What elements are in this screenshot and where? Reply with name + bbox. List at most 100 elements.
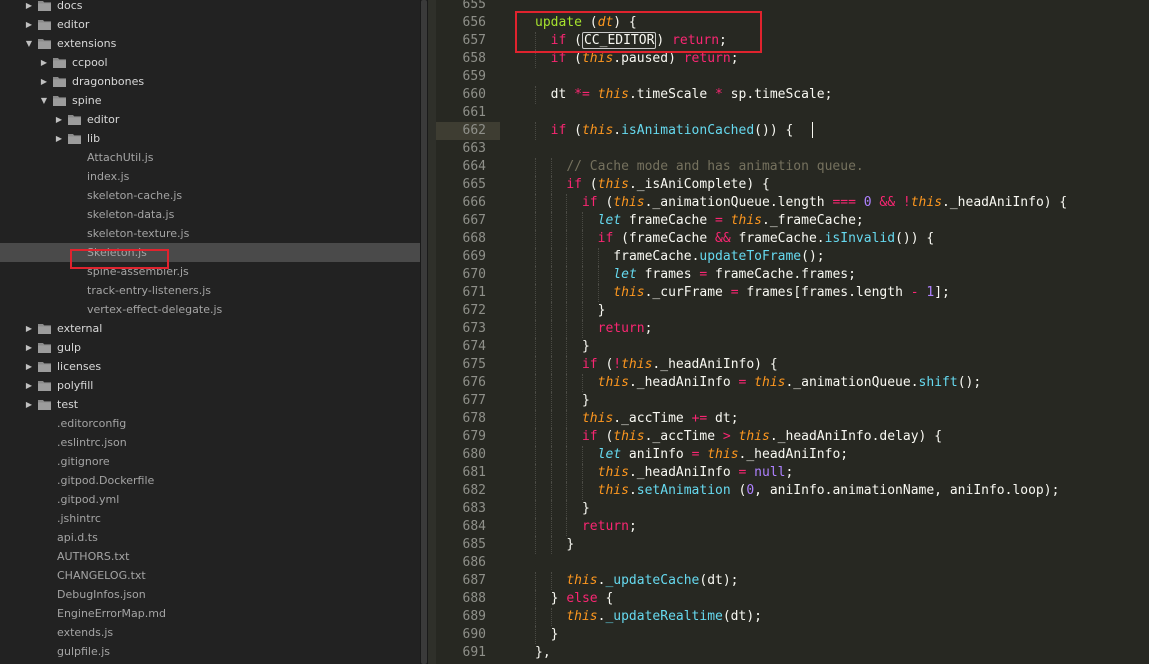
tree-file-track-entry-listeners-js[interactable]: track-entry-listeners.js <box>0 281 420 300</box>
code-line[interactable]: 681 this._headAniInfo = null; <box>436 464 1149 482</box>
code-line[interactable]: 671 this._curFrame = frames[frames.length… <box>436 284 1149 302</box>
code-line[interactable]: 690} <box>436 626 1149 644</box>
tree-file-extends-js[interactable]: extends.js <box>0 623 420 642</box>
tree-file-eslintrc-json[interactable]: .eslintrc.json <box>0 433 420 452</box>
chevron-right-icon[interactable]: ▶ <box>39 53 49 72</box>
chevron-right-icon[interactable]: ▶ <box>24 319 34 338</box>
code-line[interactable]: 659 <box>436 68 1149 86</box>
code-line[interactable]: 672} <box>436 302 1149 320</box>
tree-folder-external[interactable]: ▶ external <box>0 319 420 338</box>
code-line[interactable]: 666 if (this._animationQueue.length === 0… <box>436 194 1149 212</box>
tree-file-skeleton-data-js[interactable]: skeleton-data.js <box>0 205 420 224</box>
tree-file-gitpod-dockerfile[interactable]: .gitpod.Dockerfile <box>0 471 420 490</box>
code-line[interactable]: 688} else { <box>436 590 1149 608</box>
code-line[interactable]: 675 if (!this._headAniInfo) { <box>436 356 1149 374</box>
tree-file-index-js[interactable]: index.js <box>0 167 420 186</box>
tree-file-debuginfos-json[interactable]: DebugInfos.json <box>0 585 420 604</box>
code-line[interactable]: 674} <box>436 338 1149 356</box>
tree-file-skeleton-texture-js[interactable]: skeleton-texture.js <box>0 224 420 243</box>
code-line[interactable]: 660 dt *= this.timeScale * sp.timeScale; <box>436 86 1149 104</box>
tree-folder-editor[interactable]: ▶ editor <box>0 110 420 129</box>
tree-folder-lib[interactable]: ▶ lib <box>0 129 420 148</box>
tree-file-attachutil-js[interactable]: AttachUtil.js <box>0 148 420 167</box>
tree-file-editorconfig[interactable]: .editorconfig <box>0 414 420 433</box>
tree-file-engineerrormap-md[interactable]: EngineErrorMap.md <box>0 604 420 623</box>
tree-file-jshintrc[interactable]: .jshintrc <box>0 509 420 528</box>
code-line[interactable]: 667 let frameCache = this._frameCache; <box>436 212 1149 230</box>
tree-file-gitpod-yml[interactable]: .gitpod.yml <box>0 490 420 509</box>
tree-file-gitignore[interactable]: .gitignore <box>0 452 420 471</box>
tree-folder-licenses[interactable]: ▶ licenses <box>0 357 420 376</box>
tree-folder-dragonbones[interactable]: ▶ dragonbones <box>0 72 420 91</box>
chevron-right-icon[interactable]: ▶ <box>39 72 49 91</box>
code-line[interactable]: 664 // Cache mode and has animation queue… <box>436 158 1149 176</box>
tree-file-skeleton-cache-js[interactable]: skeleton-cache.js <box>0 186 420 205</box>
chevron-right-icon[interactable]: ▶ <box>24 15 34 34</box>
tree-item-label: .gitpod.yml <box>57 493 120 506</box>
indent-guide <box>550 428 552 446</box>
tree-folder-spine[interactable]: ▼ spine <box>0 91 420 110</box>
code-line[interactable]: 685} <box>436 536 1149 554</box>
chevron-right-icon[interactable]: ▶ <box>54 129 64 148</box>
code-editor[interactable]: 655 656 update (dt) {657 if (CC_EDITOR) ret… <box>436 0 1149 664</box>
code-line[interactable]: 670 let frames = frameCache.frames; <box>436 266 1149 284</box>
code-line[interactable]: 691}, <box>436 644 1149 662</box>
tree-item-label: polyfill <box>57 379 94 392</box>
folder-icon <box>38 19 51 30</box>
indent-guide <box>550 572 552 590</box>
code-line[interactable]: 682 this.setAnimation (0, aniInfo.animati… <box>436 482 1149 500</box>
tree-item-label: .gitignore <box>57 455 110 468</box>
code-line[interactable]: 677} <box>436 392 1149 410</box>
tree-folder-gulp[interactable]: ▶ gulp <box>0 338 420 357</box>
code-content: return; <box>598 320 653 338</box>
chevron-right-icon[interactable]: ▶ <box>54 110 64 129</box>
chevron-down-icon[interactable]: ▼ <box>39 91 49 110</box>
tree-file-gulpfile-js[interactable]: gulpfile.js <box>0 642 420 661</box>
chevron-right-icon[interactable]: ▶ <box>24 395 34 414</box>
code-line[interactable]: 669 frameCache.updateToFrame(); <box>436 248 1149 266</box>
tree-folder-polyfill[interactable]: ▶ polyfill <box>0 376 420 395</box>
chevron-right-icon[interactable]: ▶ <box>24 0 34 15</box>
tree-item-label: api.d.ts <box>57 531 98 544</box>
indent-guide <box>566 284 568 302</box>
indent-guide <box>550 374 552 392</box>
code-line[interactable]: 689 this._updateRealtime(dt); <box>436 608 1149 626</box>
tree-file-spine-assembler-js[interactable]: spine-assembler.js <box>0 262 420 281</box>
code-token: this <box>566 609 598 624</box>
tree-file-authors-txt[interactable]: AUTHORS.txt <box>0 547 420 566</box>
code-line[interactable]: 680 let aniInfo = this._headAniInfo; <box>436 446 1149 464</box>
code-line[interactable]: 683} <box>436 500 1149 518</box>
tree-folder-docs[interactable]: ▶ docs <box>0 0 420 15</box>
code-line[interactable]: 668 if (frameCache && frameCache.isInvali… <box>436 230 1149 248</box>
chevron-right-icon[interactable]: ▶ <box>24 338 34 357</box>
tree-file-vertex-effect-delegate-js[interactable]: vertex-effect-delegate.js <box>0 300 420 319</box>
code-line[interactable]: 679 if (this._accTime > this._headAniInfo… <box>436 428 1149 446</box>
tree-folder-test[interactable]: ▶ test <box>0 395 420 414</box>
chevron-right-icon[interactable]: ▶ <box>24 357 34 376</box>
indent-guide <box>550 212 552 230</box>
indent-guide <box>566 194 568 212</box>
indent-guide <box>535 446 536 464</box>
code-line[interactable]: 676 this._headAniInfo = this._animationQu… <box>436 374 1149 392</box>
tree-file-changelog-txt[interactable]: CHANGELOG.txt <box>0 566 420 585</box>
tree-item-label: vertex-effect-delegate.js <box>87 303 223 316</box>
tree-item-label: editor <box>57 18 90 31</box>
tree-folder-ccpool[interactable]: ▶ ccpool <box>0 53 420 72</box>
code-line[interactable]: 662 if (this.isAnimationCached()) { <box>436 122 1149 140</box>
chevron-right-icon[interactable]: ▶ <box>24 376 34 395</box>
chevron-down-icon[interactable]: ▼ <box>24 34 34 53</box>
tree-file-skeleton-js[interactable]: Skeleton.js <box>0 243 420 262</box>
code-line[interactable]: 687 this._updateCache(dt); <box>436 572 1149 590</box>
folder-icon <box>38 380 51 391</box>
code-line[interactable]: 665 if (this._isAniComplete) { <box>436 176 1149 194</box>
sidebar-scrollbar-thumb[interactable] <box>421 0 427 664</box>
tree-folder-extensions[interactable]: ▼ extensions <box>0 34 420 53</box>
code-line[interactable]: 684 return; <box>436 518 1149 536</box>
tree-file-api-d-ts[interactable]: api.d.ts <box>0 528 420 547</box>
code-line[interactable]: 678 this._accTime += dt; <box>436 410 1149 428</box>
code-line[interactable]: 686 <box>436 554 1149 572</box>
code-line[interactable]: 661 <box>436 104 1149 122</box>
code-line[interactable]: 663 <box>436 140 1149 158</box>
tree-folder-editor[interactable]: ▶ editor <box>0 15 420 34</box>
code-line[interactable]: 673 return; <box>436 320 1149 338</box>
